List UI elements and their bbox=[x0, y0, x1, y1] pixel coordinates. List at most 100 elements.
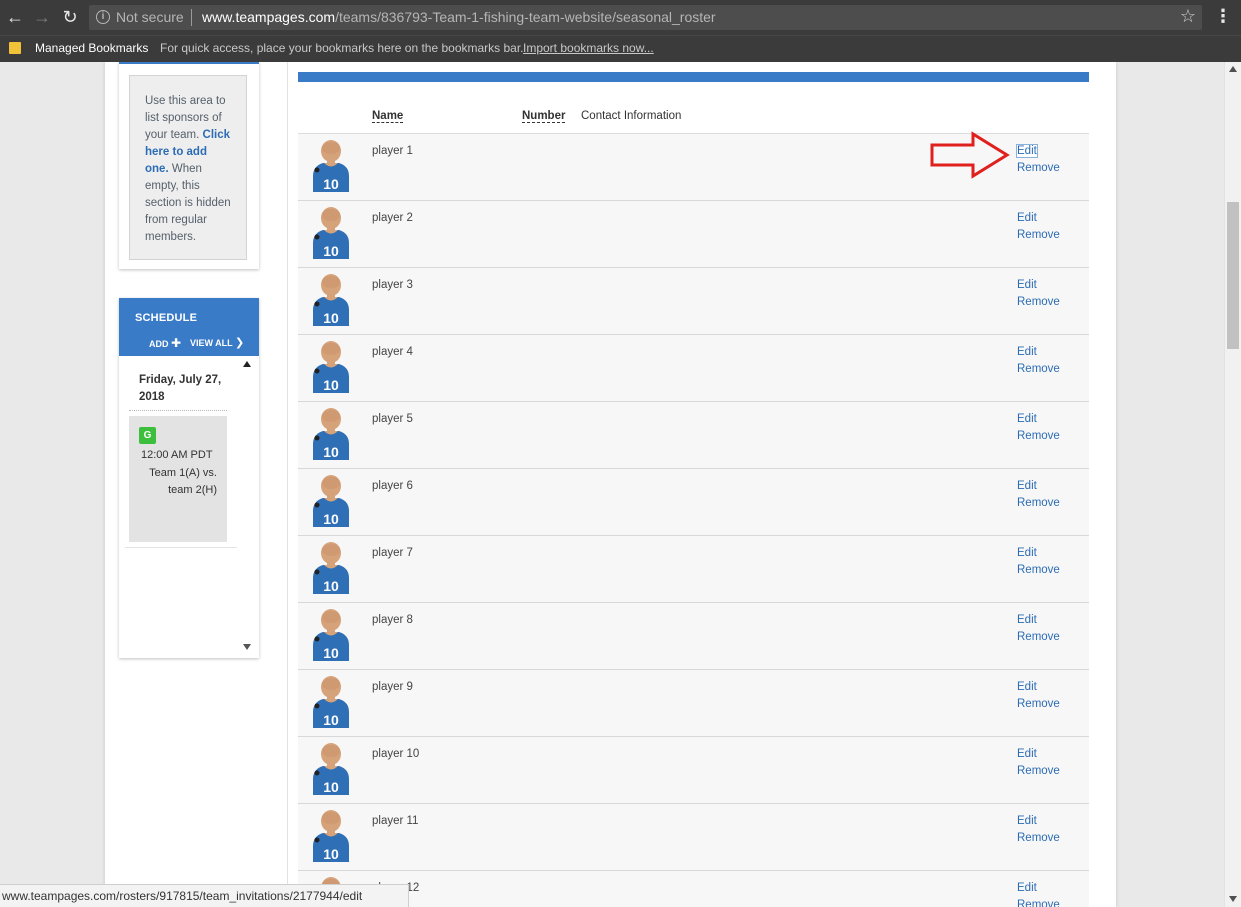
svg-text:10: 10 bbox=[323, 176, 339, 192]
player-avatar: 10 bbox=[310, 542, 352, 594]
svg-text:10: 10 bbox=[323, 377, 339, 393]
remove-link[interactable]: Remove bbox=[1017, 162, 1060, 174]
roster-row: 10 player 2 Edit Remove bbox=[298, 201, 1089, 268]
schedule-widget: SCHEDULE ADD ✚ VIEW ALL ❯ Friday, July 2… bbox=[119, 298, 259, 658]
status-url: www.teampages.com/rosters/917815/team_in… bbox=[0, 884, 409, 907]
back-arrow-icon[interactable]: ← bbox=[4, 6, 26, 28]
schedule-scroll-up-icon[interactable] bbox=[243, 361, 251, 367]
player-avatar: 10 bbox=[310, 140, 352, 192]
page-container: Use this area to list sponsors of your t… bbox=[105, 62, 1116, 907]
schedule-date: Friday, July 27, 2018 bbox=[139, 374, 222, 403]
roster-row: 10 player 8 Edit Remove bbox=[298, 603, 1089, 670]
scrollbar-thumb[interactable] bbox=[1227, 202, 1239, 349]
star-icon[interactable]: ☆ bbox=[1180, 6, 1196, 27]
roster-row: 10 player 6 Edit Remove bbox=[298, 469, 1089, 536]
roster-table-header: Name Number Contact Information bbox=[298, 106, 1089, 134]
security-label[interactable]: Not secure bbox=[116, 9, 184, 25]
remove-link[interactable]: Remove bbox=[1017, 497, 1060, 509]
remove-link[interactable]: Remove bbox=[1017, 698, 1060, 710]
player-name: player 11 bbox=[372, 815, 419, 827]
remove-link[interactable]: Remove bbox=[1017, 229, 1060, 241]
remove-link[interactable]: Remove bbox=[1017, 296, 1060, 308]
roster-row: 10 player 9 Edit Remove bbox=[298, 670, 1089, 737]
svg-text:10: 10 bbox=[323, 511, 339, 527]
remove-link[interactable]: Remove bbox=[1017, 430, 1060, 442]
edit-link[interactable]: Edit bbox=[1017, 882, 1037, 894]
sponsors-widget: Use this area to list sponsors of your t… bbox=[119, 62, 259, 269]
bookmarks-hint: For quick access, place your bookmarks h… bbox=[160, 41, 524, 55]
player-name: player 4 bbox=[372, 346, 413, 358]
scroll-down-icon[interactable] bbox=[1229, 896, 1237, 902]
roster-row: 10 player 5 Edit Remove bbox=[298, 402, 1089, 469]
page-viewport: Use this area to list sponsors of your t… bbox=[0, 62, 1224, 907]
player-avatar: 10 bbox=[310, 475, 352, 527]
edit-link[interactable]: Edit bbox=[1017, 413, 1037, 425]
url-text[interactable]: www.teampages.com/teams/836793-Team-1-fi… bbox=[202, 9, 716, 25]
remove-link[interactable]: Remove bbox=[1017, 631, 1060, 643]
edit-link[interactable]: Edit bbox=[1017, 547, 1037, 559]
svg-text:10: 10 bbox=[323, 444, 339, 460]
player-name: player 2 bbox=[372, 212, 413, 224]
player-avatar: 10 bbox=[310, 743, 352, 795]
roster-row: 10 player 10 Edit Remove bbox=[298, 737, 1089, 804]
column-header-contact: Contact Information bbox=[581, 110, 682, 122]
edit-link[interactable]: Edit bbox=[1017, 681, 1037, 693]
svg-text:10: 10 bbox=[323, 846, 339, 862]
schedule-add-button[interactable]: ADD ✚ bbox=[149, 336, 181, 350]
edit-link[interactable]: Edit bbox=[1017, 614, 1037, 626]
player-avatar: 10 bbox=[310, 408, 352, 460]
edit-link[interactable]: Edit bbox=[1017, 212, 1037, 224]
bookmarks-bar: Managed Bookmarks For quick access, plac… bbox=[0, 35, 1241, 62]
sponsors-placeholder: Use this area to list sponsors of your t… bbox=[129, 75, 247, 260]
divider bbox=[125, 547, 237, 548]
player-name: player 7 bbox=[372, 547, 413, 559]
svg-text:10: 10 bbox=[323, 578, 339, 594]
roster-list: 10 player 1 Edit Remove 10 player 2 Edit Remove… bbox=[298, 134, 1089, 907]
remove-link[interactable]: Remove bbox=[1017, 363, 1060, 375]
scroll-up-icon[interactable] bbox=[1229, 66, 1237, 72]
player-name: player 10 bbox=[372, 748, 420, 760]
player-name: player 3 bbox=[372, 279, 413, 291]
svg-text:10: 10 bbox=[323, 243, 339, 259]
import-bookmarks-link[interactable]: Import bookmarks now... bbox=[523, 41, 654, 55]
schedule-event[interactable]: G 12:00 AM PDT Team 1(A) vs. team 2(H) bbox=[129, 416, 227, 542]
edit-link[interactable]: Edit bbox=[1017, 279, 1037, 291]
svg-text:10: 10 bbox=[323, 712, 339, 728]
schedule-header: SCHEDULE ADD ✚ VIEW ALL ❯ bbox=[119, 298, 259, 356]
remove-link[interactable]: Remove bbox=[1017, 899, 1060, 907]
folder-icon bbox=[9, 42, 21, 54]
schedule-view-all-button[interactable]: VIEW ALL ❯ bbox=[190, 336, 244, 349]
plus-icon: ✚ bbox=[171, 336, 182, 350]
address-separator bbox=[191, 9, 192, 26]
sponsors-note: When empty, this section is hidden from … bbox=[145, 163, 231, 243]
player-avatar: 10 bbox=[310, 676, 352, 728]
event-time: 12:00 AM PDT bbox=[141, 449, 213, 461]
managed-bookmarks[interactable]: Managed Bookmarks bbox=[35, 41, 148, 55]
address-bar[interactable]: i Not secure www.teampages.com/teams/836… bbox=[89, 5, 1202, 30]
column-header-name[interactable]: Name bbox=[372, 110, 404, 123]
roster-row: 10 player 7 Edit Remove bbox=[298, 536, 1089, 603]
edit-link[interactable]: Edit bbox=[1017, 346, 1037, 358]
column-header-number[interactable]: Number bbox=[522, 110, 566, 123]
more-vert-icon[interactable]: ⋮ bbox=[1214, 6, 1232, 27]
page-scrollbar[interactable] bbox=[1224, 62, 1241, 907]
player-avatar: 10 bbox=[310, 341, 352, 393]
remove-link[interactable]: Remove bbox=[1017, 765, 1060, 777]
player-name: player 8 bbox=[372, 614, 413, 626]
edit-link[interactable]: Edit bbox=[1017, 480, 1037, 492]
forward-arrow-icon[interactable]: → bbox=[31, 6, 53, 28]
schedule-scroll-down-icon[interactable] bbox=[243, 644, 251, 650]
reload-icon[interactable]: ↻ bbox=[59, 6, 81, 28]
remove-link[interactable]: Remove bbox=[1017, 564, 1060, 576]
player-avatar: 10 bbox=[310, 810, 352, 862]
edit-link[interactable]: Edit bbox=[1017, 815, 1037, 827]
player-name: player 9 bbox=[372, 681, 413, 693]
edit-link[interactable]: Edit bbox=[1016, 144, 1038, 158]
event-teams: Team 1(A) vs. team 2(H) bbox=[149, 467, 217, 496]
edit-link[interactable]: Edit bbox=[1017, 748, 1037, 760]
remove-link[interactable]: Remove bbox=[1017, 832, 1060, 844]
info-icon[interactable]: i bbox=[96, 10, 110, 24]
player-avatar: 10 bbox=[310, 207, 352, 259]
roster-header-band bbox=[298, 72, 1089, 82]
roster-row: 10 player 4 Edit Remove bbox=[298, 335, 1089, 402]
